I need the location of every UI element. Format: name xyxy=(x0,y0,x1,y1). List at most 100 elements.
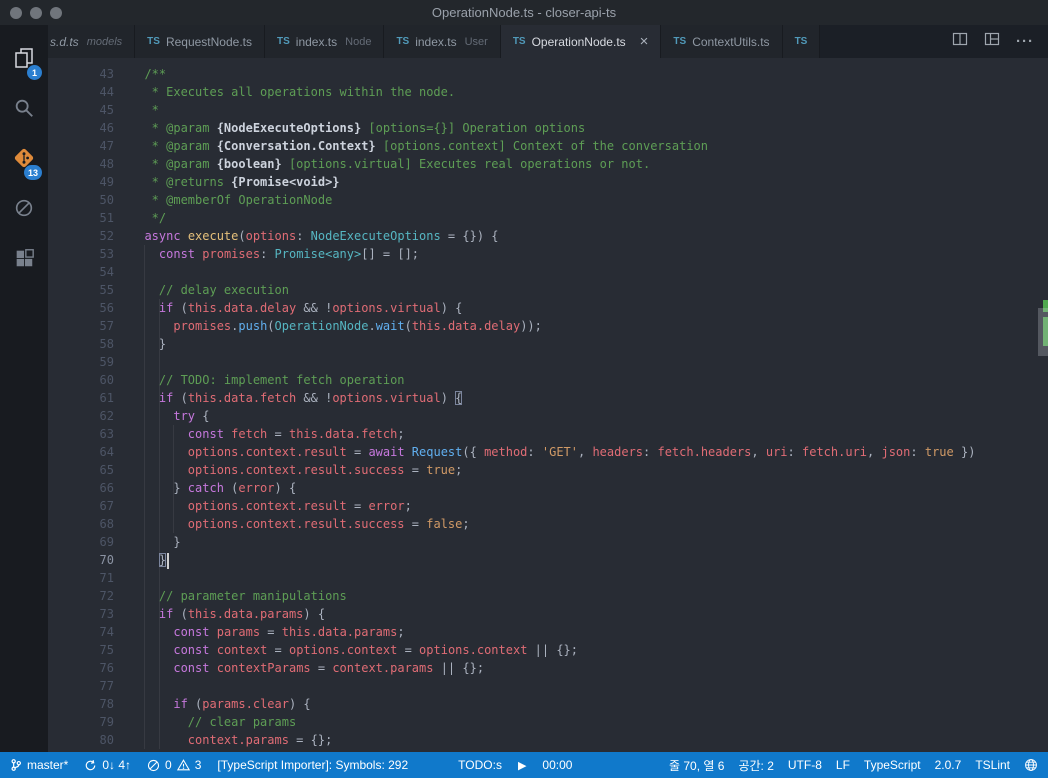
line-number[interactable]: 55 xyxy=(48,281,130,299)
code-line[interactable]: 62 try { xyxy=(48,407,1048,425)
line-number[interactable]: 69 xyxy=(48,533,130,551)
language-status[interactable]: TypeScript xyxy=(864,758,921,772)
line-number[interactable]: 68 xyxy=(48,515,130,533)
editor[interactable]: 43 /**44 * Executes all operations withi… xyxy=(48,58,1048,752)
code-line[interactable]: 45 * xyxy=(48,101,1048,119)
code-line[interactable]: 65 options.context.result.success = true… xyxy=(48,461,1048,479)
line-number[interactable]: 66 xyxy=(48,479,130,497)
line-number[interactable]: 74 xyxy=(48,623,130,641)
line-number[interactable]: 51 xyxy=(48,209,130,227)
window-zoom-button[interactable] xyxy=(50,7,62,19)
code-line[interactable]: 49 * @returns {Promise<void>} xyxy=(48,173,1048,191)
code-line[interactable]: 46 * @param {NodeExecuteOptions} [option… xyxy=(48,119,1048,137)
window-minimize-button[interactable] xyxy=(30,7,42,19)
code-line[interactable]: 74 const params = this.data.params; xyxy=(48,623,1048,641)
tab-operationnode[interactable]: TSOperationNode.ts× xyxy=(501,25,662,58)
line-number[interactable]: 50 xyxy=(48,191,130,209)
typescript-importer-status[interactable]: [TypeScript Importer]: Symbols: 292 xyxy=(217,758,408,772)
line-number[interactable]: 49 xyxy=(48,173,130,191)
activity-extensions[interactable] xyxy=(0,235,48,285)
code-line[interactable]: 64 options.context.result = await Reques… xyxy=(48,443,1048,461)
code-line[interactable]: 63 const fetch = this.data.fetch; xyxy=(48,425,1048,443)
line-number[interactable]: 72 xyxy=(48,587,130,605)
sync-indicator[interactable]: 0↓ 4↑ xyxy=(84,758,131,772)
line-number[interactable]: 45 xyxy=(48,101,130,119)
code-line[interactable]: 44 * Executes all operations within the … xyxy=(48,83,1048,101)
tab-clipped[interactable]: TS xyxy=(783,25,821,58)
toggle-layout-button[interactable] xyxy=(984,31,1000,52)
code-line[interactable]: 75 const context = options.context = opt… xyxy=(48,641,1048,659)
code-line[interactable]: 78 if (params.clear) { xyxy=(48,695,1048,713)
cursor-position[interactable]: 줄 70, 열 6 xyxy=(669,757,724,774)
code-line[interactable]: 76 const contextParams = context.params … xyxy=(48,659,1048,677)
close-icon[interactable]: × xyxy=(640,34,649,49)
code-line[interactable]: 58 } xyxy=(48,335,1048,353)
line-number[interactable]: 62 xyxy=(48,407,130,425)
activity-search[interactable] xyxy=(0,85,48,135)
line-number[interactable]: 59 xyxy=(48,353,130,371)
code-line[interactable]: 55 // delay execution xyxy=(48,281,1048,299)
activity-source-control[interactable]: 13 xyxy=(0,135,48,185)
line-number[interactable]: 43 xyxy=(48,65,130,83)
line-number[interactable]: 63 xyxy=(48,425,130,443)
feedback-globe[interactable] xyxy=(1024,758,1038,772)
code-line[interactable]: 66 } catch (error) { xyxy=(48,479,1048,497)
line-number[interactable]: 60 xyxy=(48,371,130,389)
code-line[interactable]: 53 const promises: Promise<any>[] = []; xyxy=(48,245,1048,263)
line-number[interactable]: 76 xyxy=(48,659,130,677)
line-number[interactable]: 53 xyxy=(48,245,130,263)
code-line[interactable]: 70 } xyxy=(48,551,1048,569)
activity-debug[interactable] xyxy=(0,185,48,235)
code-line[interactable]: 54 xyxy=(48,263,1048,281)
timer-play-button[interactable]: ▶ xyxy=(518,759,526,772)
line-number[interactable]: 54 xyxy=(48,263,130,281)
code-line[interactable]: 72 // parameter manipulations xyxy=(48,587,1048,605)
code-line[interactable]: 73 if (this.data.params) { xyxy=(48,605,1048,623)
code-line[interactable]: 51 */ xyxy=(48,209,1048,227)
code-line[interactable]: 43 /** xyxy=(48,65,1048,83)
problems-indicator[interactable]: 03 xyxy=(147,758,201,772)
line-number[interactable]: 75 xyxy=(48,641,130,659)
code-line[interactable]: 67 options.context.result = error; xyxy=(48,497,1048,515)
line-number[interactable]: 79 xyxy=(48,713,130,731)
line-number[interactable]: 57 xyxy=(48,317,130,335)
line-number[interactable]: 44 xyxy=(48,83,130,101)
line-number[interactable]: 61 xyxy=(48,389,130,407)
line-number[interactable]: 58 xyxy=(48,335,130,353)
line-number[interactable]: 56 xyxy=(48,299,130,317)
code-line[interactable]: 69 } xyxy=(48,533,1048,551)
tab-contextutils[interactable]: TSContextUtils.ts xyxy=(661,25,782,58)
line-number[interactable]: 47 xyxy=(48,137,130,155)
ts-version-status[interactable]: 2.0.7 xyxy=(935,758,962,772)
tab-models-dts[interactable]: s.d.tsmodels xyxy=(48,25,135,58)
code-line[interactable]: 47 * @param {Conversation.Context} [opti… xyxy=(48,137,1048,155)
line-number[interactable]: 77 xyxy=(48,677,130,695)
code-line[interactable]: 80 context.params = {}; xyxy=(48,731,1048,749)
line-number[interactable]: 78 xyxy=(48,695,130,713)
tab-index-user[interactable]: TSindex.tsUser xyxy=(384,25,500,58)
more-actions-button[interactable]: ··· xyxy=(1016,33,1034,51)
code-line[interactable]: 77 xyxy=(48,677,1048,695)
encoding-status[interactable]: UTF-8 xyxy=(788,758,822,772)
timer-display[interactable]: 00:00 xyxy=(542,758,572,772)
window-close-button[interactable] xyxy=(10,7,22,19)
line-number[interactable]: 70 xyxy=(48,551,130,569)
split-editor-button[interactable] xyxy=(952,31,968,52)
code-line[interactable]: 57 promises.push(OperationNode.wait(this… xyxy=(48,317,1048,335)
line-number[interactable]: 48 xyxy=(48,155,130,173)
code-line[interactable]: 52 async execute(options: NodeExecuteOpt… xyxy=(48,227,1048,245)
tab-requestnode[interactable]: TSRequestNode.ts xyxy=(135,25,265,58)
code-line[interactable]: 61 if (this.data.fetch && !options.virtu… xyxy=(48,389,1048,407)
line-number[interactable]: 73 xyxy=(48,605,130,623)
eol-status[interactable]: LF xyxy=(836,758,850,772)
code-line[interactable]: 59 xyxy=(48,353,1048,371)
line-number[interactable]: 80 xyxy=(48,731,130,749)
activity-explorer[interactable]: 1 xyxy=(0,35,48,85)
line-number[interactable]: 52 xyxy=(48,227,130,245)
vertical-scrollbar[interactable] xyxy=(1038,308,1048,356)
git-branch-indicator[interactable]: master* xyxy=(10,758,68,772)
code-line[interactable]: 71 xyxy=(48,569,1048,587)
todo-status[interactable]: TODO:s xyxy=(458,758,502,772)
indentation-status[interactable]: 공간: 2 xyxy=(738,757,773,774)
line-number[interactable]: 67 xyxy=(48,497,130,515)
